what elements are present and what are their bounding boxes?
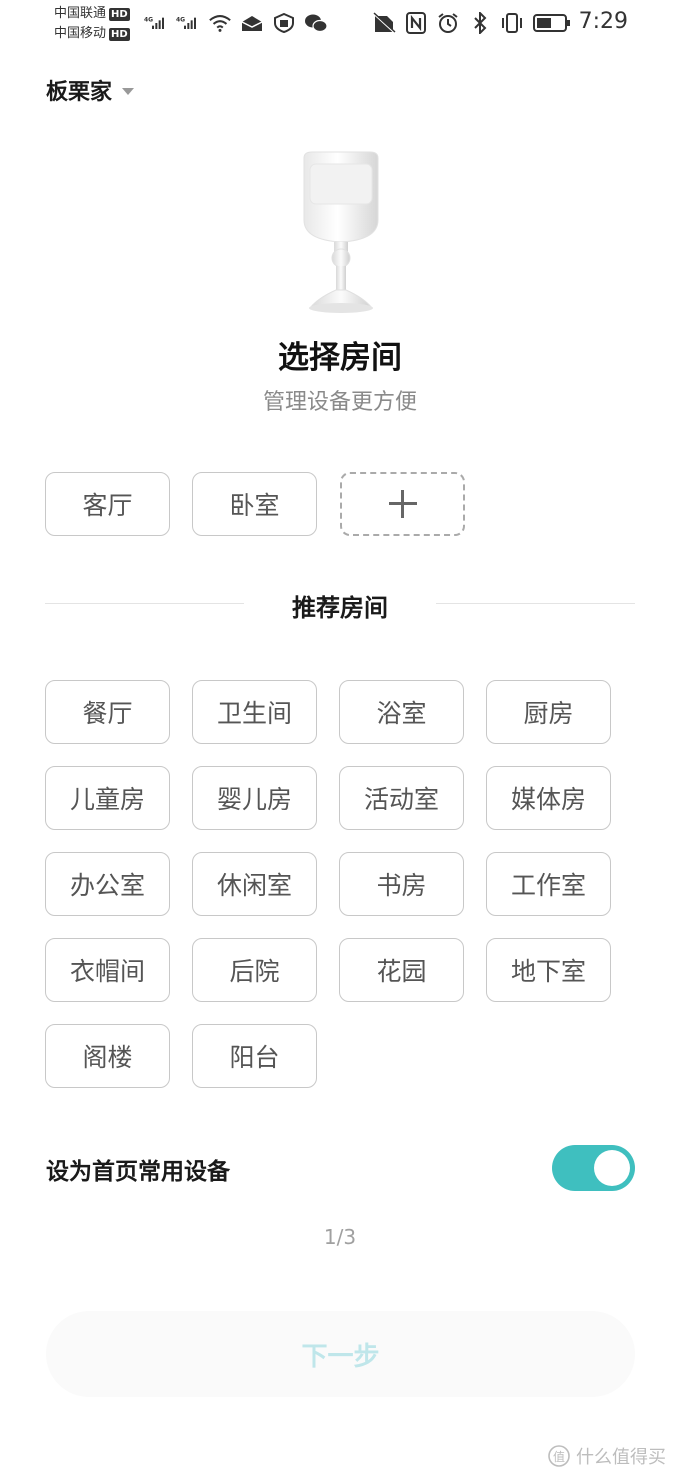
hd-badge: HD (109, 27, 130, 41)
room-chip-living-room[interactable]: 客厅 (45, 472, 170, 536)
status-time: 7:29 (578, 9, 628, 34)
recommended-room-chip[interactable]: 卫生间 (192, 680, 317, 744)
signal-icon: 4G (144, 10, 168, 36)
carrier-2: 中国移动 (54, 26, 107, 41)
alarm-icon (436, 10, 460, 36)
vibrate-icon (500, 10, 524, 36)
chevron-down-icon (122, 87, 135, 95)
add-room-button[interactable] (340, 472, 465, 536)
favorite-device-label: 设为首页常用设备 (46, 1159, 230, 1185)
status-icons-right (372, 10, 572, 36)
carrier-1: 中国联通 (54, 6, 107, 21)
recommended-room-chip[interactable]: 厨房 (486, 680, 611, 744)
recommended-room-chip[interactable]: 餐厅 (45, 680, 170, 744)
carrier-info: 中国联通 HD 中国移动 HD (54, 4, 130, 44)
watermark-text: 什么值得买 (576, 1447, 666, 1468)
recommended-rooms-title: 推荐房间 (292, 594, 388, 622)
recommended-room-chip[interactable]: 活动室 (339, 766, 464, 830)
wechat-icon (304, 10, 328, 36)
recommended-room-chip[interactable]: 儿童房 (45, 766, 170, 830)
page-subtitle: 管理设备更方便 (262, 390, 417, 415)
divider-right (436, 603, 635, 604)
toggle-knob (594, 1150, 630, 1186)
recommended-room-chip[interactable]: 婴儿房 (192, 766, 317, 830)
watermark: 值 什么值得买 (548, 1443, 666, 1469)
home-selector[interactable]: 板栗家 (46, 74, 135, 106)
hd-badge: HD (109, 7, 130, 21)
recommended-room-chip[interactable]: 阳台 (192, 1024, 317, 1088)
signal-icon: 4G (176, 10, 200, 36)
recommended-room-chip[interactable]: 工作室 (486, 852, 611, 916)
favorite-device-toggle[interactable] (552, 1145, 635, 1191)
wifi-icon (208, 10, 232, 36)
page-title: 选择房间 (278, 340, 402, 376)
page-indicator: 1/3 (323, 1225, 357, 1249)
plus-icon (388, 490, 417, 518)
svg-text:4G: 4G (144, 17, 153, 24)
recommended-room-chip[interactable]: 浴室 (339, 680, 464, 744)
watermark-logo-icon: 值 (548, 1445, 570, 1467)
recommended-room-chip[interactable]: 花园 (339, 938, 464, 1002)
recommended-room-chip[interactable]: 阁楼 (45, 1024, 170, 1088)
status-icons-left: 4G 4G (144, 10, 328, 36)
status-bar: 中国联通 HD 中国移动 HD 4G 4G 7:29 (0, 0, 680, 48)
mail-icon (240, 10, 264, 36)
bluetooth-icon (468, 10, 492, 36)
recommended-room-chip[interactable]: 休闲室 (192, 852, 317, 916)
svg-text:值: 值 (553, 1449, 565, 1464)
motion-sensor-image (298, 150, 384, 316)
recommended-room-chip[interactable]: 媒体房 (486, 766, 611, 830)
battery-icon (532, 10, 572, 36)
nfc-icon (404, 10, 428, 36)
next-button[interactable]: 下一步 (46, 1311, 635, 1397)
shield-icon (272, 10, 296, 36)
recommended-room-chip[interactable]: 衣帽间 (45, 938, 170, 1002)
recommended-room-chip[interactable]: 地下室 (486, 938, 611, 1002)
no-sim-icon (372, 10, 396, 36)
recommended-room-chip[interactable]: 书房 (339, 852, 464, 916)
svg-text:4G: 4G (176, 17, 185, 24)
recommended-room-chip[interactable]: 后院 (192, 938, 317, 1002)
recommended-room-chip[interactable]: 办公室 (45, 852, 170, 916)
home-name: 板栗家 (46, 80, 113, 105)
room-chip-bedroom[interactable]: 卧室 (192, 472, 317, 536)
